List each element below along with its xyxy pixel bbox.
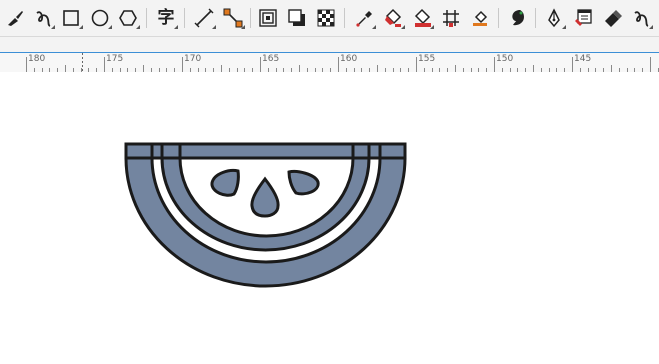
connector-tool-button[interactable] <box>219 4 247 32</box>
toolbar-dock-area <box>0 37 659 52</box>
eraser-tool-button[interactable] <box>598 4 626 32</box>
mesh-fill-tool-button[interactable] <box>437 4 465 32</box>
drop-shadow-tool-button[interactable] <box>283 4 311 32</box>
toolbar-separator <box>535 8 536 28</box>
polygon-tool-button[interactable] <box>114 4 142 32</box>
toolbar-separator <box>250 8 251 28</box>
ruler-label: 170 <box>184 54 202 64</box>
text-tool-glyph: 字 <box>157 7 175 28</box>
flyout-indicator-icon <box>136 25 140 29</box>
interactive-fill-tool-button[interactable] <box>379 4 407 32</box>
text-tool-button[interactable]: 字 <box>152 4 180 32</box>
flyout-indicator-icon <box>212 25 216 29</box>
drop-shadow-icon <box>286 7 308 29</box>
toolbar-separator <box>146 8 147 28</box>
color-style-tool-button[interactable] <box>503 4 531 32</box>
contour-tool-button[interactable] <box>254 4 282 32</box>
fill-tool-button[interactable] <box>466 4 494 32</box>
toolbar-separator <box>344 8 345 28</box>
toolbox: 字 <box>0 0 659 37</box>
flyout-indicator-icon <box>372 25 376 29</box>
top-crust-strip[interactable] <box>124 142 407 160</box>
eyedropper-tool-button[interactable] <box>350 4 378 32</box>
transparency-checker-icon <box>315 7 337 29</box>
flyout-indicator-icon <box>430 25 434 29</box>
flyout-indicator-icon <box>174 25 178 29</box>
artistic-media-tool-button[interactable] <box>1 4 29 32</box>
ruler-label: 155 <box>418 54 436 64</box>
ruler-label: 150 <box>496 54 514 64</box>
color-swirl-icon <box>506 7 528 29</box>
object-properties-tool-button[interactable] <box>569 4 597 32</box>
horizontal-ruler[interactable]: 180 175 170 165 160 155 150 145 <box>0 52 659 73</box>
drawing-canvas[interactable] <box>0 72 659 364</box>
smart-fill-tool-button[interactable] <box>408 4 436 32</box>
parallel-dimension-tool-button[interactable] <box>190 4 218 32</box>
toolbar-separator <box>184 8 185 28</box>
bezier-curve-tool-button[interactable] <box>29 4 57 32</box>
watermelon-slice-artwork[interactable] <box>0 72 659 364</box>
ruler-label: 165 <box>262 54 280 64</box>
transparency-tool-button[interactable] <box>312 4 340 32</box>
curve-tool-button[interactable] <box>627 4 655 32</box>
flyout-indicator-icon <box>241 25 245 29</box>
ruler-label: 145 <box>574 54 592 64</box>
eraser-icon <box>601 7 623 29</box>
ruler-ticks <box>26 53 659 72</box>
flyout-indicator-icon <box>108 25 112 29</box>
contour-icon <box>257 7 279 29</box>
flyout-indicator-icon <box>79 25 83 29</box>
ruler-label: 160 <box>340 54 358 64</box>
rectangle-tool-button[interactable] <box>57 4 85 32</box>
properties-panel-icon <box>572 7 594 29</box>
flyout-indicator-icon <box>51 25 55 29</box>
pen-tool-button[interactable] <box>540 4 568 32</box>
flyout-indicator-icon <box>401 25 405 29</box>
fill-icon <box>469 7 491 29</box>
mesh-grid-icon <box>440 7 462 29</box>
brush-icon <box>4 7 26 29</box>
ruler-label: 180 <box>28 54 46 64</box>
ellipse-tool-button[interactable] <box>86 4 114 32</box>
flyout-indicator-icon <box>562 25 566 29</box>
toolbar-separator <box>498 8 499 28</box>
flyout-indicator-icon <box>649 25 653 29</box>
ruler-label: 175 <box>106 54 124 64</box>
